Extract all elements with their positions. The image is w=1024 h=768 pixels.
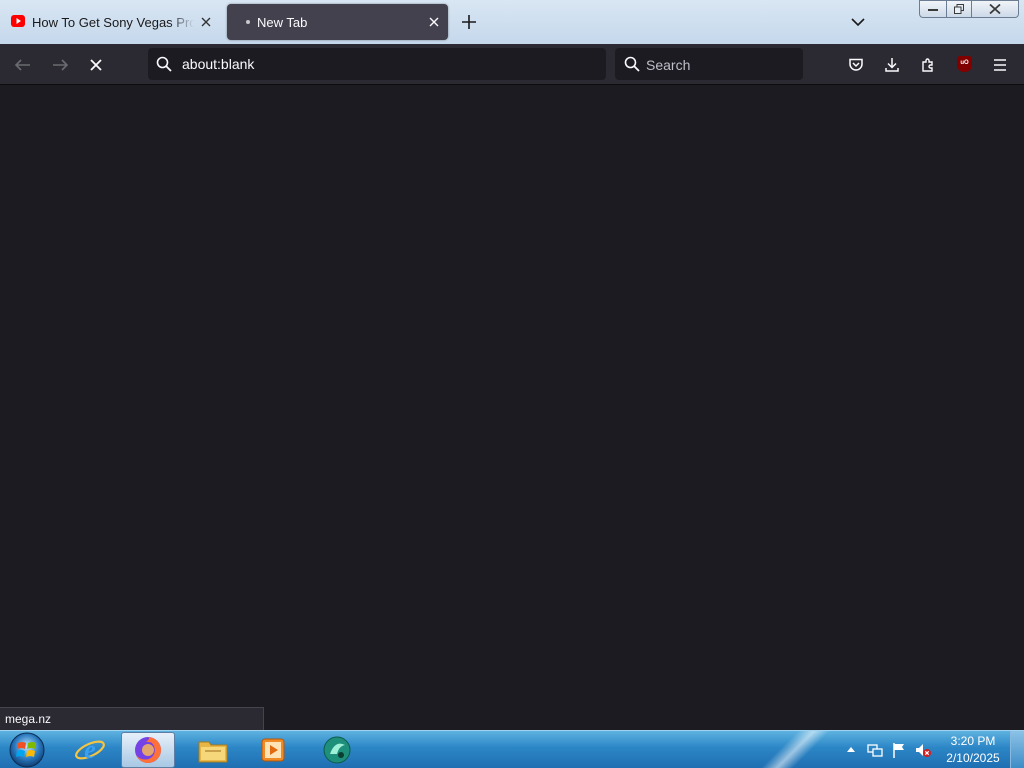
taskbar: e 3:20 PM 2/10/2025 (0, 730, 1024, 768)
browser-window: How To Get Sony Vegas Pro 14 New Tab (0, 0, 1024, 768)
search-bar[interactable]: Search (615, 48, 803, 80)
stop-icon (90, 59, 102, 71)
close-tab-icon[interactable] (426, 14, 442, 30)
show-hidden-icons-chevron-up-icon[interactable] (842, 741, 860, 759)
back-arrow-icon (14, 59, 30, 71)
tab-title: New Tab (257, 15, 308, 30)
firefox-icon (135, 737, 161, 763)
tab-strip: How To Get Sony Vegas Pro 14 New Tab (0, 0, 1024, 44)
list-all-tabs-chevron-down-icon[interactable] (847, 11, 869, 33)
downloads-button[interactable] (879, 52, 905, 78)
loading-dot-icon (246, 20, 250, 24)
close-icon (989, 4, 1001, 14)
search-icon (156, 56, 172, 72)
forward-button[interactable] (47, 52, 73, 78)
page-content-area[interactable] (0, 85, 1024, 730)
new-tab-button[interactable] (458, 11, 480, 33)
back-button[interactable] (10, 52, 36, 78)
taskbar-file-explorer[interactable] (186, 732, 240, 768)
restore-button[interactable] (946, 0, 972, 18)
start-button-windows-orb-icon[interactable] (6, 730, 48, 768)
close-tab-icon[interactable] (198, 14, 214, 30)
action-center-flag-icon[interactable] (890, 741, 908, 759)
url-text[interactable]: about:blank (182, 56, 254, 72)
minimize-icon (928, 9, 938, 11)
taskbar-internet-explorer[interactable]: e (63, 732, 117, 768)
forward-arrow-icon (53, 59, 69, 71)
file-explorer-icon (198, 741, 228, 763)
hamburger-menu-icon (994, 59, 1006, 71)
clock-time: 3:20 PM (950, 734, 996, 748)
search-icon (624, 56, 640, 72)
menu-button[interactable] (987, 52, 1013, 78)
pocket-button[interactable] (843, 52, 869, 78)
tab-title: How To Get Sony Vegas Pro 14 (32, 15, 194, 30)
volume-muted-icon[interactable] (914, 741, 932, 759)
taskbar-clock[interactable]: 3:20 PM 2/10/2025 (940, 733, 1006, 767)
internet-explorer-icon: e (75, 735, 105, 764)
taskbar-glare (760, 731, 830, 768)
taskbar-app[interactable] (310, 732, 364, 768)
pocket-icon (849, 58, 863, 71)
status-panel: mega.nz (0, 707, 264, 730)
download-icon (885, 58, 899, 72)
restore-icon (954, 4, 964, 14)
tab-youtube-video[interactable]: How To Get Sony Vegas Pro 14 (4, 4, 220, 40)
taskbar-media-player[interactable] (246, 732, 300, 768)
show-desktop-button[interactable] (1010, 731, 1024, 768)
app-icon (323, 736, 351, 764)
youtube-icon (11, 15, 25, 27)
ublock-icon[interactable]: uO (957, 56, 972, 72)
media-player-icon (261, 738, 285, 762)
address-bar[interactable]: about:blank (148, 48, 606, 80)
extensions-button[interactable] (915, 52, 941, 78)
close-window-button[interactable] (971, 0, 1019, 18)
taskbar-firefox[interactable] (121, 732, 175, 768)
network-icon[interactable] (866, 741, 884, 759)
navigation-toolbar: about:blank Search uO (0, 44, 1024, 85)
tab-new-tab[interactable]: New Tab (227, 4, 448, 40)
search-placeholder: Search (646, 57, 691, 73)
svg-text:e: e (84, 735, 96, 764)
stop-loading-button[interactable] (83, 52, 109, 78)
extensions-icon (922, 58, 933, 72)
clock-date: 2/10/2025 (946, 751, 1000, 765)
minimize-button[interactable] (919, 0, 947, 18)
